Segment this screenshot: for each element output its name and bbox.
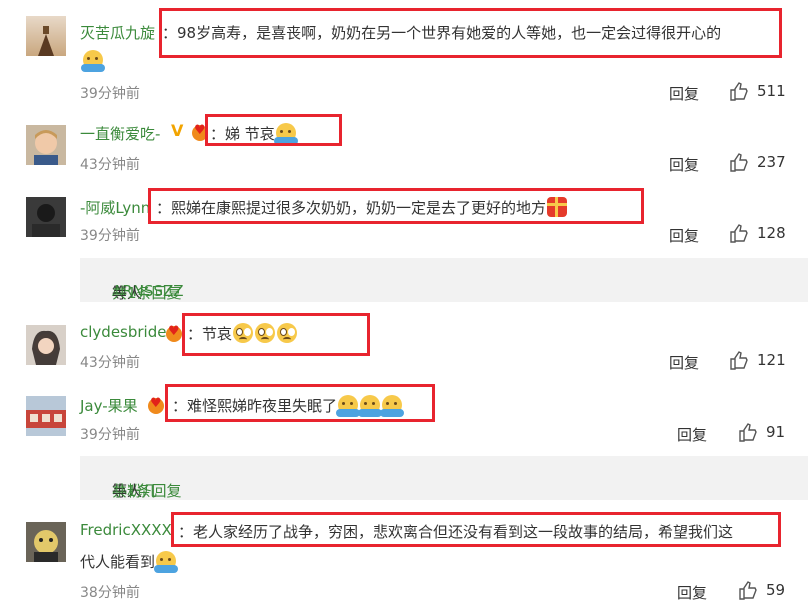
reply-button[interactable]: 回复 <box>669 154 699 175</box>
reply-button[interactable]: 回复 <box>669 83 699 104</box>
avatar[interactable] <box>26 125 66 165</box>
vip-heart-badge <box>166 324 182 342</box>
comment-body: ：娣 节哀 <box>210 125 275 143</box>
comment-text: ：熙娣在康熙提过很多次奶奶，奶奶一定是去了更好的地方 <box>156 197 568 218</box>
sub-reply-count[interactable]: 共1条回复 <box>112 282 182 303</box>
vip-heart-badge <box>148 396 164 414</box>
hug-emoji <box>380 395 405 417</box>
thumbs-up-icon <box>730 224 748 243</box>
comment-time: 38分钟前 <box>80 585 140 601</box>
comment-body: ：节哀 <box>187 325 233 343</box>
comment-username[interactable]: FredricXXXX <box>80 521 172 539</box>
comment-body: 代人能看到 <box>80 553 156 571</box>
like-count: 59 <box>766 581 786 599</box>
sub-reply-count[interactable]: 共1条回复 <box>112 480 182 501</box>
hug-emoji <box>358 395 383 417</box>
comment-username[interactable]: Jay-果果 <box>80 395 138 416</box>
avatar[interactable] <box>26 16 66 56</box>
thumbs-up-icon <box>730 153 748 172</box>
like-count: 91 <box>766 423 786 441</box>
comment-username[interactable]: 一直衡爱吃- <box>80 123 160 144</box>
sad-emoji <box>277 323 298 343</box>
comment-time: 39分钟前 <box>80 86 140 102</box>
comment-time: 39分钟前 <box>80 228 140 244</box>
comment-body: ：难怪熙娣昨夜里失眠了 <box>172 397 338 415</box>
avatar-image <box>26 410 66 428</box>
comment-text: ：节哀 <box>187 323 298 344</box>
avatar[interactable] <box>26 197 66 237</box>
comment-body: ：98岁高寿，是喜丧啊，奶奶在另一个世界有她爱的人等她，也一定会过得很开心的 <box>162 24 722 42</box>
avatar-image <box>32 330 60 365</box>
sub-reply-summary[interactable]: ARNSSZZ 等人 共1条回复 <box>80 258 808 302</box>
like-count: 511 <box>757 82 786 100</box>
reply-button[interactable]: 回复 <box>669 352 699 373</box>
verified-badge: V <box>171 121 184 140</box>
comment-time: 43分钟前 <box>80 157 140 173</box>
comment-text: ：老人家经历了战争，穷困，悲欢离合但还没有看到这一段故事的结局，希望我们这 <box>178 521 733 542</box>
like-button[interactable]: 237 <box>729 152 786 172</box>
thumbs-up-icon <box>739 423 757 442</box>
hug-emoji <box>81 50 105 72</box>
gift-emoji <box>547 197 568 217</box>
reply-button[interactable]: 回复 <box>677 424 707 445</box>
comment-text: ：98岁高寿，是喜丧啊，奶奶在另一个世界有她爱的人等她，也一定会过得很开心的 <box>162 22 721 43</box>
like-count: 237 <box>757 153 786 171</box>
comment-text: ：难怪熙娣昨夜里失眠了 <box>172 395 405 417</box>
sad-emoji <box>255 323 276 343</box>
comment-text: ：娣 节哀 <box>210 123 298 145</box>
avatar-image <box>34 530 58 562</box>
comment-username[interactable]: clydesbride <box>80 323 166 341</box>
like-button[interactable]: 128 <box>729 223 786 243</box>
avatar[interactable] <box>26 325 66 365</box>
like-button[interactable]: 59 <box>738 580 785 600</box>
sad-emoji <box>233 323 254 343</box>
avatar-image <box>34 130 58 165</box>
avatar[interactable] <box>26 522 66 562</box>
like-button[interactable]: 121 <box>729 350 786 370</box>
like-button[interactable]: 511 <box>729 81 786 101</box>
vip-heart-badge <box>192 123 208 141</box>
like-count: 121 <box>757 351 786 369</box>
hug-emoji <box>154 551 179 573</box>
like-count: 128 <box>757 224 786 242</box>
like-button[interactable]: 91 <box>738 422 785 442</box>
avatar-image <box>32 204 60 237</box>
comment-text-continued: 代人能看到 <box>80 551 179 573</box>
avatar-image <box>38 26 54 56</box>
thumbs-up-icon <box>730 82 748 101</box>
comment-body: ：熙娣在康熙提过很多次奶奶，奶奶一定是去了更好的地方 <box>156 199 547 217</box>
comment-body: ：老人家经历了战争，穷困，悲欢离合但还没有看到这一段故事的结局，希望我们这 <box>178 523 734 541</box>
hug-emoji <box>273 123 298 145</box>
reply-button[interactable]: 回复 <box>669 225 699 246</box>
hug-emoji <box>336 395 361 417</box>
comment-username[interactable]: -阿威Lynn <box>80 197 150 218</box>
sub-reply-summary[interactable]: 小粉几 等人 共1条回复 <box>80 456 808 500</box>
comment-username[interactable]: 灭苦瓜九旋 <box>80 22 155 43</box>
reply-button[interactable]: 回复 <box>677 582 707 603</box>
comment-time: 39分钟前 <box>80 427 140 443</box>
thumbs-up-icon <box>739 581 757 600</box>
comment-time: 43分钟前 <box>80 355 140 371</box>
avatar[interactable] <box>26 396 66 436</box>
thumbs-up-icon <box>730 351 748 370</box>
